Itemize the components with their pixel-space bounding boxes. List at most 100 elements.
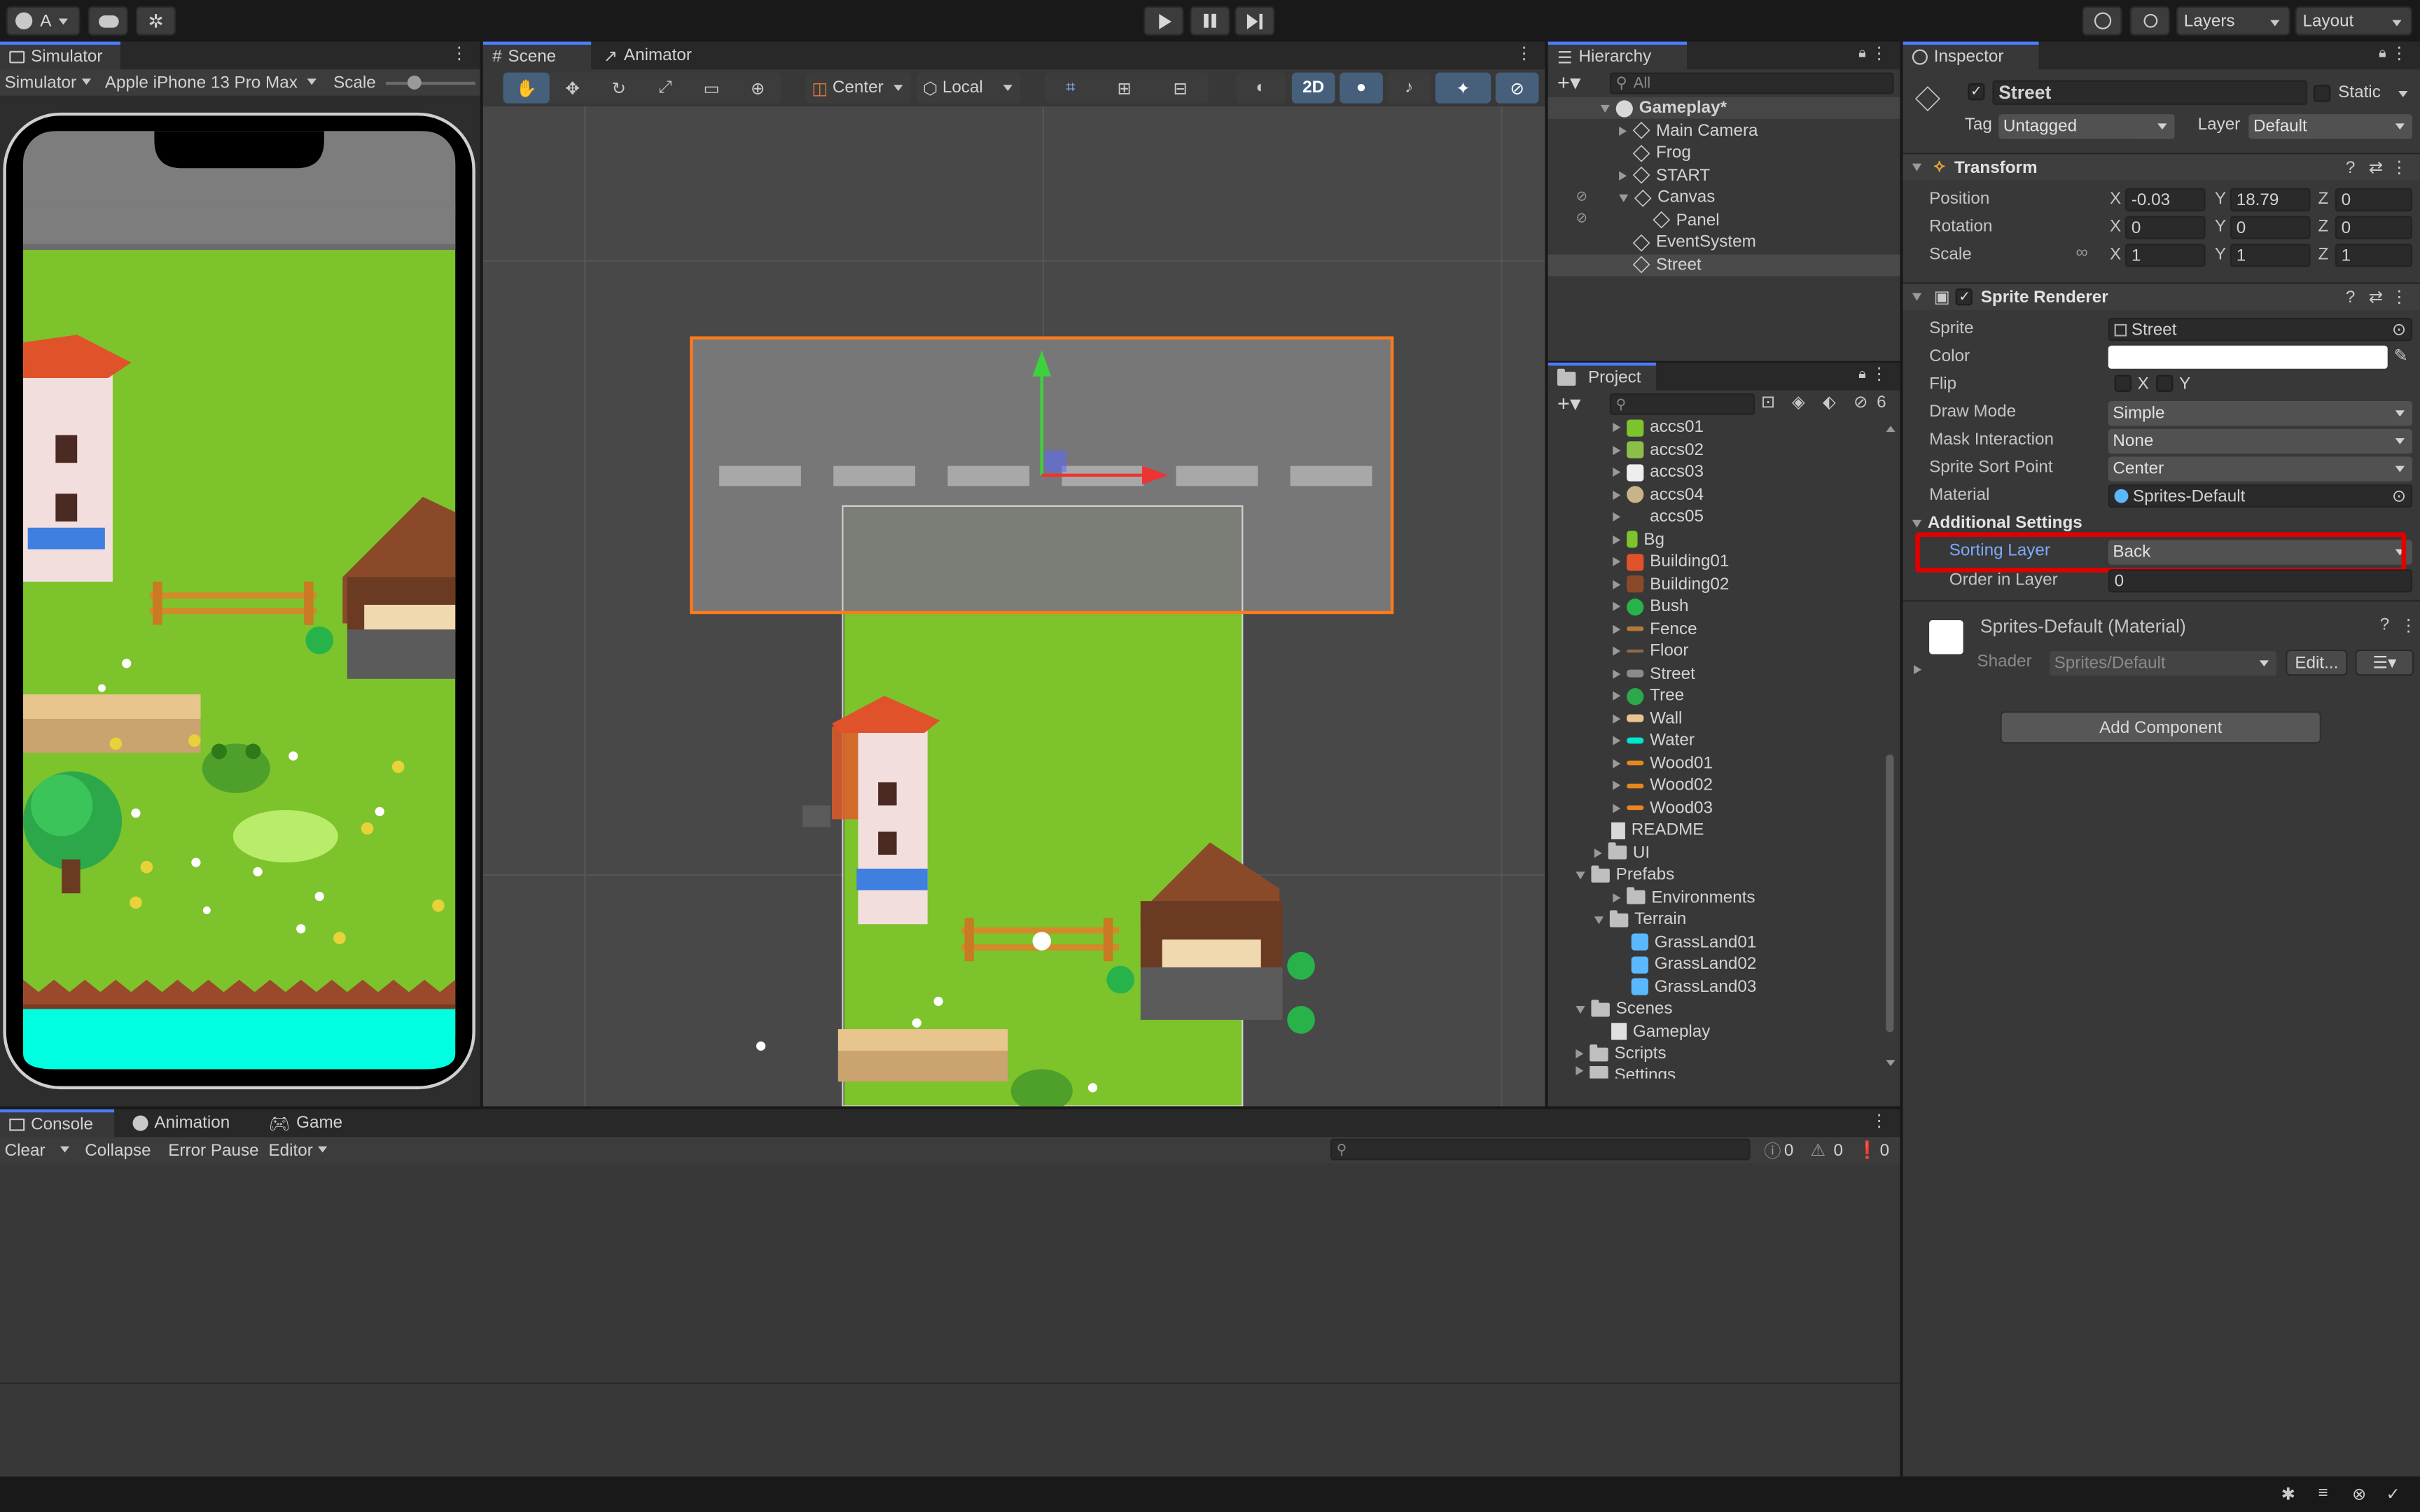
hidden-toggle-icon[interactable]: ⊘ bbox=[1576, 188, 1587, 205]
project-asset[interactable]: Building01 bbox=[1548, 551, 1884, 573]
project-folder[interactable]: Scripts bbox=[1548, 1043, 1884, 1065]
hierarchy-item-selected[interactable]: Street bbox=[1548, 253, 1900, 276]
scale-tool-icon[interactable]: ⤢ bbox=[642, 78, 688, 98]
project-asset[interactable]: Water bbox=[1548, 730, 1884, 752]
tab-scene[interactable]: # Scene bbox=[482, 41, 592, 70]
project-asset[interactable]: Bush bbox=[1548, 596, 1884, 617]
tag-icon[interactable]: ⬖ bbox=[1823, 392, 1836, 412]
scale-slider-handle[interactable] bbox=[407, 76, 422, 90]
project-folder[interactable]: Terrain bbox=[1548, 909, 1884, 930]
preset-icon[interactable]: ⇄ bbox=[2369, 158, 2383, 177]
project-asset[interactable]: Wood02 bbox=[1548, 774, 1884, 796]
hierarchy-item[interactable]: Canvas bbox=[1548, 187, 1900, 209]
object-name-field[interactable]: Street bbox=[1992, 80, 2308, 105]
effects-toggle[interactable]: ✦ bbox=[1435, 72, 1491, 104]
chevron-down-icon[interactable] bbox=[60, 1146, 70, 1157]
project-folder[interactable]: Environments bbox=[1548, 886, 1884, 908]
flip-x-checkbox[interactable] bbox=[2114, 374, 2132, 392]
hierarchy-item[interactable]: Main Camera bbox=[1548, 120, 1900, 141]
space-dropdown[interactable]: ⬡ Local bbox=[917, 72, 1020, 104]
scroll-down-icon[interactable] bbox=[1886, 1060, 1896, 1070]
error-pause-button[interactable]: Error Pause bbox=[168, 1141, 258, 1159]
position-z-field[interactable]: 0 bbox=[2335, 188, 2412, 211]
add-icon[interactable]: +▾ bbox=[1557, 69, 1581, 95]
kebab-menu-icon[interactable]: ⋮ bbox=[451, 43, 468, 63]
layout-dropdown[interactable]: Layout bbox=[2295, 6, 2412, 36]
object-picker-icon[interactable]: ⊙ bbox=[2392, 319, 2406, 339]
pivot-dropdown[interactable]: ◫ Center bbox=[805, 72, 911, 104]
kebab-menu-icon[interactable]: ⋮ bbox=[2391, 287, 2407, 307]
tab-inspector[interactable]: Inspector bbox=[1903, 41, 2039, 70]
search-by-label-icon[interactable]: ◈ bbox=[1792, 392, 1805, 412]
transform-header[interactable]: ⟡ Transform ? ⇄ ⋮ bbox=[1903, 153, 2420, 181]
position-x-field[interactable]: -0.03 bbox=[2125, 188, 2206, 211]
info-count-icon[interactable]: ⓘ bbox=[1764, 1138, 1781, 1163]
material-object-field[interactable]: Sprites-Default ⊙ bbox=[2108, 484, 2412, 508]
component-enabled-checkbox[interactable]: ✓ bbox=[1956, 288, 1973, 306]
layer-dropdown[interactable]: Default bbox=[2248, 114, 2412, 139]
position-y-field[interactable]: 18.79 bbox=[2230, 188, 2311, 211]
tab-simulator[interactable]: Simulator bbox=[0, 41, 120, 70]
hierarchy-item[interactable]: Frog bbox=[1548, 142, 1900, 164]
kebab-menu-icon[interactable]: ⋮ bbox=[2391, 158, 2407, 177]
help-icon[interactable]: ? bbox=[2380, 615, 2390, 634]
project-asset[interactable]: Gameplay bbox=[1548, 1021, 1884, 1042]
sprite-object-field[interactable]: Street ⊙ bbox=[2108, 318, 2412, 342]
project-folder[interactable]: UI bbox=[1548, 841, 1884, 863]
scale-z-field[interactable]: 1 bbox=[2335, 244, 2412, 267]
tab-game[interactable]: 🎮︎ Game bbox=[259, 1110, 361, 1138]
sprite-sort-point-dropdown[interactable]: Center bbox=[2108, 456, 2412, 482]
help-icon[interactable]: ? bbox=[2346, 158, 2356, 176]
warning-count-icon[interactable]: ⚠ bbox=[1810, 1140, 1826, 1160]
error-count-icon[interactable]: ❗ bbox=[1857, 1140, 1878, 1160]
cloud-button[interactable] bbox=[88, 6, 128, 36]
mask-interaction-dropdown[interactable]: None bbox=[2108, 428, 2412, 454]
preset-icon[interactable]: ⇄ bbox=[2369, 287, 2383, 307]
static-checkbox[interactable] bbox=[2313, 85, 2331, 102]
search-by-type-icon[interactable]: ⊡ bbox=[1761, 392, 1775, 412]
project-asset[interactable]: Floor bbox=[1548, 640, 1884, 662]
collapse-button[interactable]: Collapse bbox=[85, 1141, 151, 1159]
project-asset[interactable]: Wood03 bbox=[1548, 797, 1884, 818]
lock-icon[interactable]: 🔒︎ bbox=[1858, 45, 1866, 62]
project-asset[interactable]: Building02 bbox=[1548, 573, 1884, 595]
project-scrollbar[interactable] bbox=[1884, 424, 1896, 1072]
flip-y-checkbox[interactable] bbox=[2156, 374, 2174, 392]
add-icon[interactable]: +▾ bbox=[1557, 391, 1581, 416]
draw-mode-dropdown[interactable]: ◐ bbox=[1236, 72, 1286, 104]
audio-toggle[interactable]: ♪ bbox=[1387, 72, 1431, 104]
project-asset[interactable]: Bg bbox=[1548, 528, 1884, 550]
lighting-toggle[interactable]: ● bbox=[1340, 72, 1383, 104]
increment-snap-icon[interactable]: ⊟ bbox=[1174, 78, 1188, 98]
console-search-input[interactable]: ⚲ bbox=[1330, 1138, 1751, 1161]
tab-hierarchy[interactable]: ☰ Hierarchy bbox=[1548, 41, 1688, 70]
scale-x-field[interactable]: 1 bbox=[2125, 244, 2206, 267]
lock-icon[interactable]: 🔒︎ bbox=[1858, 365, 1866, 382]
grid-visibility-icon[interactable]: ⊞ bbox=[1117, 78, 1131, 98]
project-folder[interactable]: Prefabs bbox=[1548, 864, 1884, 886]
shader-dropdown[interactable]: Sprites/Default bbox=[2050, 651, 2277, 676]
project-asset[interactable]: accs04 bbox=[1548, 484, 1884, 505]
database-icon[interactable]: ≡ bbox=[2318, 1484, 2328, 1502]
toggle-2d-button[interactable]: 2D bbox=[1291, 72, 1335, 104]
sprite-renderer-header[interactable]: ▣ ✓ Sprite Renderer ? ⇄ ⋮ bbox=[1903, 282, 2420, 311]
rotation-z-field[interactable]: 0 bbox=[2335, 216, 2412, 239]
project-asset[interactable]: accs01 bbox=[1548, 416, 1884, 438]
hierarchy-scene-root[interactable]: Gameplay* bbox=[1548, 97, 1900, 119]
tab-project[interactable]: Project bbox=[1548, 362, 1656, 391]
project-asset[interactable]: README bbox=[1548, 819, 1884, 841]
scroll-thumb[interactable] bbox=[1886, 754, 1894, 1032]
check-circle-icon[interactable]: ✓ bbox=[2386, 1484, 2400, 1504]
tag-dropdown[interactable]: Untagged bbox=[1998, 114, 2175, 139]
hierarchy-item[interactable]: EventSystem bbox=[1548, 232, 1900, 253]
color-swatch[interactable] bbox=[2108, 345, 2388, 369]
history-button[interactable] bbox=[2082, 6, 2122, 36]
grid-snap-icon[interactable]: ⌗ bbox=[1066, 78, 1076, 98]
constrain-proportions-icon[interactable]: ∞ bbox=[2075, 244, 2087, 262]
step-button[interactable] bbox=[1235, 6, 1275, 36]
project-search-input[interactable]: ⚲ bbox=[1609, 393, 1755, 415]
rotate-tool-icon[interactable]: ↻ bbox=[596, 78, 642, 98]
draw-mode-dropdown[interactable]: Simple bbox=[2108, 401, 2412, 426]
kebab-menu-icon[interactable]: ⋮ bbox=[1515, 43, 1532, 63]
edit-shader-button[interactable]: Edit... bbox=[2286, 649, 2348, 676]
